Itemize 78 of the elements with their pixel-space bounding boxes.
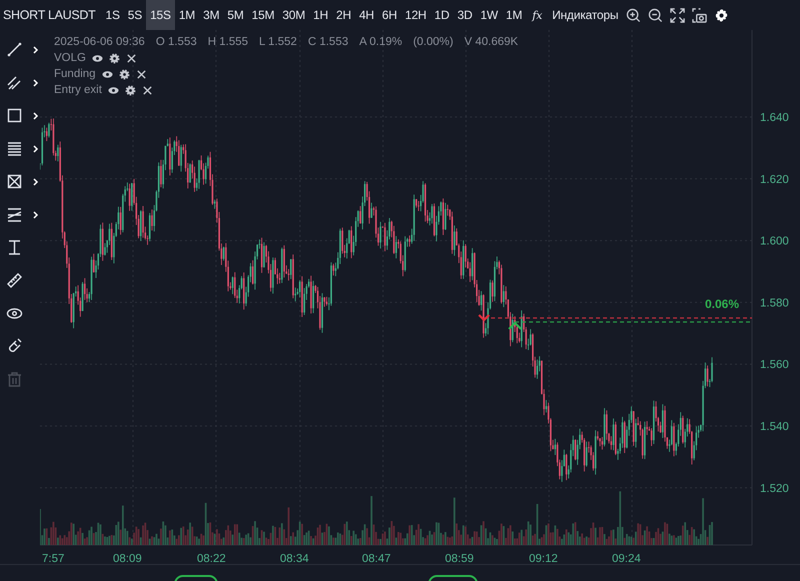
price-label: 1.620	[760, 174, 789, 186]
visibility-toggle[interactable]	[108, 84, 119, 96]
zoom-out-icon	[648, 8, 663, 22]
interval-tab[interactable]: 1W	[476, 0, 502, 30]
fullscreen-icon	[670, 8, 685, 22]
time-label: 08:22	[197, 553, 226, 564]
function-button[interactable]: fx	[526, 0, 548, 30]
indicator-name: Funding	[54, 68, 96, 80]
time-label: 08:47	[362, 553, 391, 564]
legend-value: A 0.19%	[359, 36, 402, 48]
indicator-name: VOLG	[54, 52, 86, 64]
time-label: 08:59	[445, 553, 474, 564]
price-label: 1.600	[760, 236, 789, 248]
line-tool-tool-button[interactable]	[6, 41, 23, 58]
chevron-icon[interactable]	[33, 112, 39, 120]
interval-tab[interactable]: 1S	[102, 0, 124, 30]
camera-icon	[692, 8, 707, 22]
sell-marker-icon	[478, 314, 490, 322]
visibility-toggle[interactable]	[102, 68, 113, 80]
visibility-toggle[interactable]	[92, 52, 103, 64]
indicator-name: Entry exit	[54, 84, 102, 96]
chevron-icon[interactable]	[33, 210, 39, 218]
remove-button[interactable]	[136, 68, 147, 80]
interval-tab[interactable]: 15M	[248, 0, 278, 30]
interval-tab[interactable]: 30M	[278, 0, 310, 30]
interval-tab[interactable]: 3M	[199, 0, 224, 30]
interval-tab[interactable]: 2H	[332, 0, 356, 30]
legend-value: C 1.553	[308, 36, 348, 48]
time-label: 09:24	[612, 553, 641, 564]
interval-tab[interactable]: 4H	[355, 0, 378, 30]
interval-tab[interactable]: 6H	[378, 0, 401, 30]
time-label: 09:12	[529, 553, 558, 564]
symbol-title: SHORT LAUSDT	[2, 7, 96, 24]
price-label: 1.520	[760, 482, 789, 495]
parallel-lines-tool-button[interactable]	[6, 74, 23, 91]
chevron-icon[interactable]	[33, 178, 39, 186]
interval-tab[interactable]: 15S	[146, 0, 175, 30]
price-label: 1.560	[760, 359, 789, 372]
settings-icon	[714, 8, 729, 22]
remove-button[interactable]	[142, 84, 153, 96]
crossed-box-tool-button[interactable]	[6, 173, 23, 190]
channel-tool-button[interactable]	[6, 206, 23, 223]
legend-datetime: 2025-06-06 09:36	[54, 36, 145, 48]
pnl-label: 0.06%	[705, 297, 740, 311]
interval-tab[interactable]: 12H	[400, 0, 430, 30]
interval-tab[interactable]: 5M	[223, 0, 248, 30]
interval-tab[interactable]: 1M	[502, 0, 526, 30]
zoom-in-icon	[626, 8, 641, 22]
legend-value: L 1.552	[259, 36, 297, 48]
interval-tab[interactable]: 1D	[430, 0, 454, 30]
chevron-icon[interactable]	[33, 78, 39, 86]
legend-value: O 1.553	[156, 36, 197, 48]
legend-value: (0.00%)	[413, 36, 454, 48]
settings-button[interactable]	[108, 52, 120, 64]
chevron-icon[interactable]	[33, 144, 39, 152]
remove-button[interactable]	[126, 52, 137, 64]
chevron-icon[interactable]	[33, 46, 39, 54]
interval-tab[interactable]: 3D	[453, 0, 476, 30]
legend-value: V 40.669K	[464, 36, 518, 48]
indicators-button[interactable]: Индикаторы	[548, 0, 622, 30]
interval-tab[interactable]: 1M	[174, 0, 200, 30]
settings-button[interactable]	[124, 84, 136, 96]
price-label: 1.580	[760, 297, 789, 310]
time-label: 7:57	[42, 553, 64, 564]
rectangle-tool-button[interactable]	[6, 107, 23, 124]
horizontal-lines-tool-button[interactable]	[6, 140, 23, 157]
time-label: 08:09	[113, 553, 142, 564]
ruler-tool-button[interactable]	[6, 272, 23, 289]
interval-tab[interactable]: 5S	[124, 0, 146, 30]
price-label: 1.640	[760, 112, 789, 124]
settings-button[interactable]	[118, 68, 130, 80]
magnet-tool-button[interactable]	[6, 338, 23, 355]
buy-marker-icon	[508, 321, 522, 330]
interval-tab[interactable]: 1H	[309, 0, 332, 30]
legend-value: H 1.555	[208, 36, 248, 48]
price-label: 1.540	[760, 421, 789, 433]
time-label: 08:34	[280, 553, 309, 564]
measure-tool-button[interactable]	[6, 239, 23, 256]
